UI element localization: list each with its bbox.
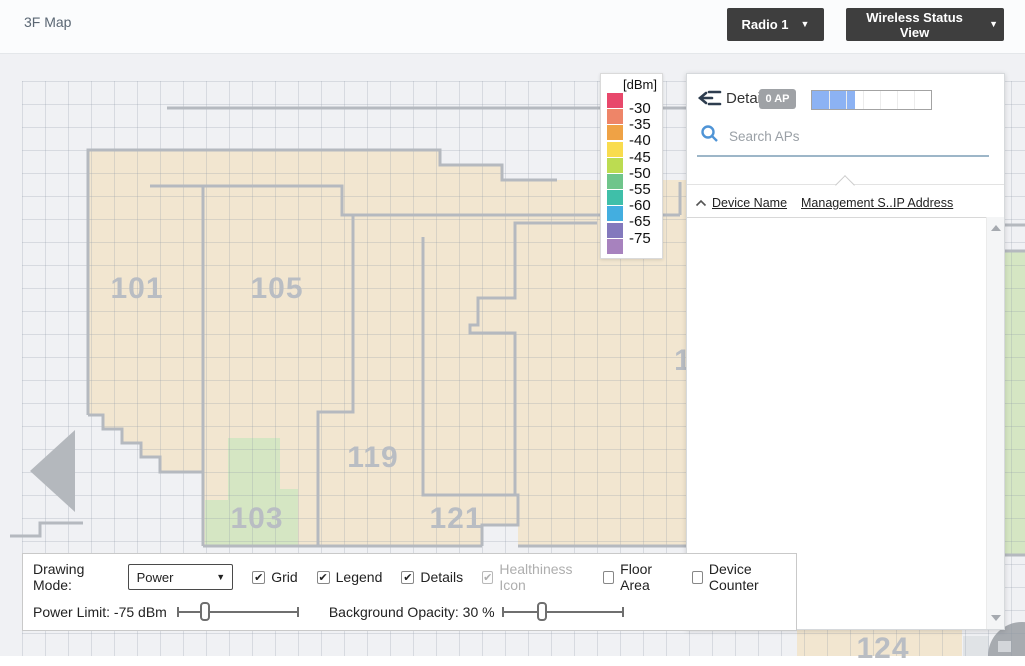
legend-tick-label: -50 — [629, 164, 651, 182]
drawing-mode-select[interactable]: Power ▼ — [127, 564, 234, 590]
dbm-legend: [dBm] -30 -35 -40 -45 -50 -55 -60 -65 -75 — [600, 73, 663, 259]
background-opacity-slider-thumb[interactable] — [537, 602, 548, 621]
checkbox-box[interactable] — [603, 570, 615, 584]
legend-swatch — [607, 109, 623, 125]
column-header-management-s[interactable]: Management S... — [801, 196, 896, 210]
legend-swatch — [607, 125, 623, 141]
background-opacity-label: Background Opacity: 30 % — [328, 604, 495, 620]
checkbox-label: Details — [420, 569, 464, 585]
checkbox-box: ✔ — [482, 570, 494, 584]
legend-swatch — [607, 222, 623, 238]
slider-track — [176, 611, 299, 613]
legend-tick-label: -40 — [629, 132, 651, 150]
layer-checkboxes: ✔ Grid ✔ Legend ✔ Details ✔ Healthiness Icon Flo… — [252, 561, 788, 593]
checkbox-box[interactable]: ✔ — [401, 570, 415, 584]
legend-swatch — [607, 141, 623, 157]
power-limit-slider-thumb[interactable] — [200, 602, 211, 621]
map-controls-panel: Drawing Mode: Power ▼ ✔ Grid ✔ Legend ✔ Detai… — [22, 553, 797, 631]
collapse-details-button[interactable] — [697, 89, 722, 107]
sort-ascending-icon — [695, 199, 707, 207]
checkbox-device-counter[interactable]: Device Counter — [691, 561, 788, 593]
chevron-down-icon: ▼ — [989, 19, 998, 29]
slider-track — [501, 611, 624, 613]
ap-count-badge: 0 AP — [759, 89, 796, 109]
search-icon — [701, 125, 718, 142]
view-dropdown-button[interactable]: Wireless Status View ▼ — [846, 8, 1004, 41]
progress-segment-divider — [863, 91, 864, 109]
checkbox-legend[interactable]: ✔ Legend — [316, 569, 383, 585]
legend-tick-label: -45 — [629, 148, 651, 166]
page-title: 3F Map — [24, 14, 72, 30]
legend-tick-label: -35 — [629, 116, 651, 134]
header: 3F Map Radio 1 ▼ Wireless Status View ▼ — [0, 0, 1025, 54]
checkbox-healthiness-icon: ✔ Healthiness Icon — [482, 561, 584, 593]
legend-tick-label: -60 — [629, 197, 651, 215]
chevron-down-icon: ▼ — [216, 572, 226, 582]
view-dropdown-label: Wireless Status View — [866, 9, 963, 40]
checkbox-box[interactable] — [691, 570, 703, 584]
legend-swatch — [607, 238, 623, 254]
checkbox-box[interactable]: ✔ — [252, 570, 266, 584]
legend-tick-label: -75 — [629, 229, 651, 247]
legend-tick-label: -65 — [629, 213, 651, 231]
legend-tick-label: -30 — [629, 100, 651, 117]
ap-table-header: Device Name Management S... IP Address — [687, 191, 987, 218]
column-header-device-name[interactable]: Device Name — [712, 196, 787, 210]
table-scrollbar[interactable] — [986, 217, 1004, 629]
drawing-mode-value: Power — [136, 569, 174, 585]
legend-title: [dBm] — [623, 77, 657, 92]
legend-swatch — [607, 190, 623, 206]
search-aps-input[interactable] — [727, 124, 981, 148]
drawing-mode-label: Drawing Mode: — [33, 561, 85, 593]
checkbox-box[interactable]: ✔ — [316, 570, 330, 584]
radio-dropdown-label: Radio 1 — [741, 17, 789, 32]
legend-swatch — [607, 174, 623, 189]
checkbox-label: Grid — [271, 569, 298, 585]
scroll-down-button[interactable] — [991, 615, 1001, 621]
background-opacity-slider[interactable] — [501, 602, 624, 622]
power-limit-slider[interactable] — [176, 602, 299, 622]
progress-segment-divider — [829, 91, 830, 109]
checkbox-label: Floor Area — [620, 561, 653, 593]
checkbox-label: Healthiness Icon — [499, 561, 573, 593]
radio-dropdown-button[interactable]: Radio 1 ▼ — [727, 8, 824, 41]
progress-fill — [812, 91, 855, 109]
scroll-up-button[interactable] — [991, 225, 1001, 231]
legend-swatch — [607, 206, 623, 222]
collapse-arrow-icon — [697, 90, 722, 106]
checkbox-label: Device Counter — [708, 561, 759, 593]
progress-segment-divider — [897, 91, 898, 109]
progress-segment-divider — [846, 91, 847, 109]
ap-capacity-progress-bar — [811, 90, 932, 110]
legend-tick-label: -55 — [629, 181, 651, 198]
details-panel: Details 0 AP Device NameManagement S...I… — [686, 73, 1005, 630]
chevron-down-icon: ▼ — [800, 19, 810, 29]
checkbox-floor-area[interactable]: Floor Area — [603, 561, 673, 593]
checkbox-details[interactable]: ✔ Details — [401, 569, 463, 585]
legend-swatch — [607, 157, 623, 173]
search-underline — [697, 155, 989, 157]
progress-segment-divider — [914, 91, 915, 109]
legend-swatch — [607, 93, 623, 108]
power-limit-label: Power Limit: -75 dBm — [33, 604, 167, 620]
checkbox-label: Legend — [335, 569, 383, 585]
column-header-ip-address[interactable]: IP Address — [893, 196, 953, 210]
progress-segment-divider — [880, 91, 881, 109]
checkbox-grid[interactable]: ✔ Grid — [252, 569, 298, 585]
